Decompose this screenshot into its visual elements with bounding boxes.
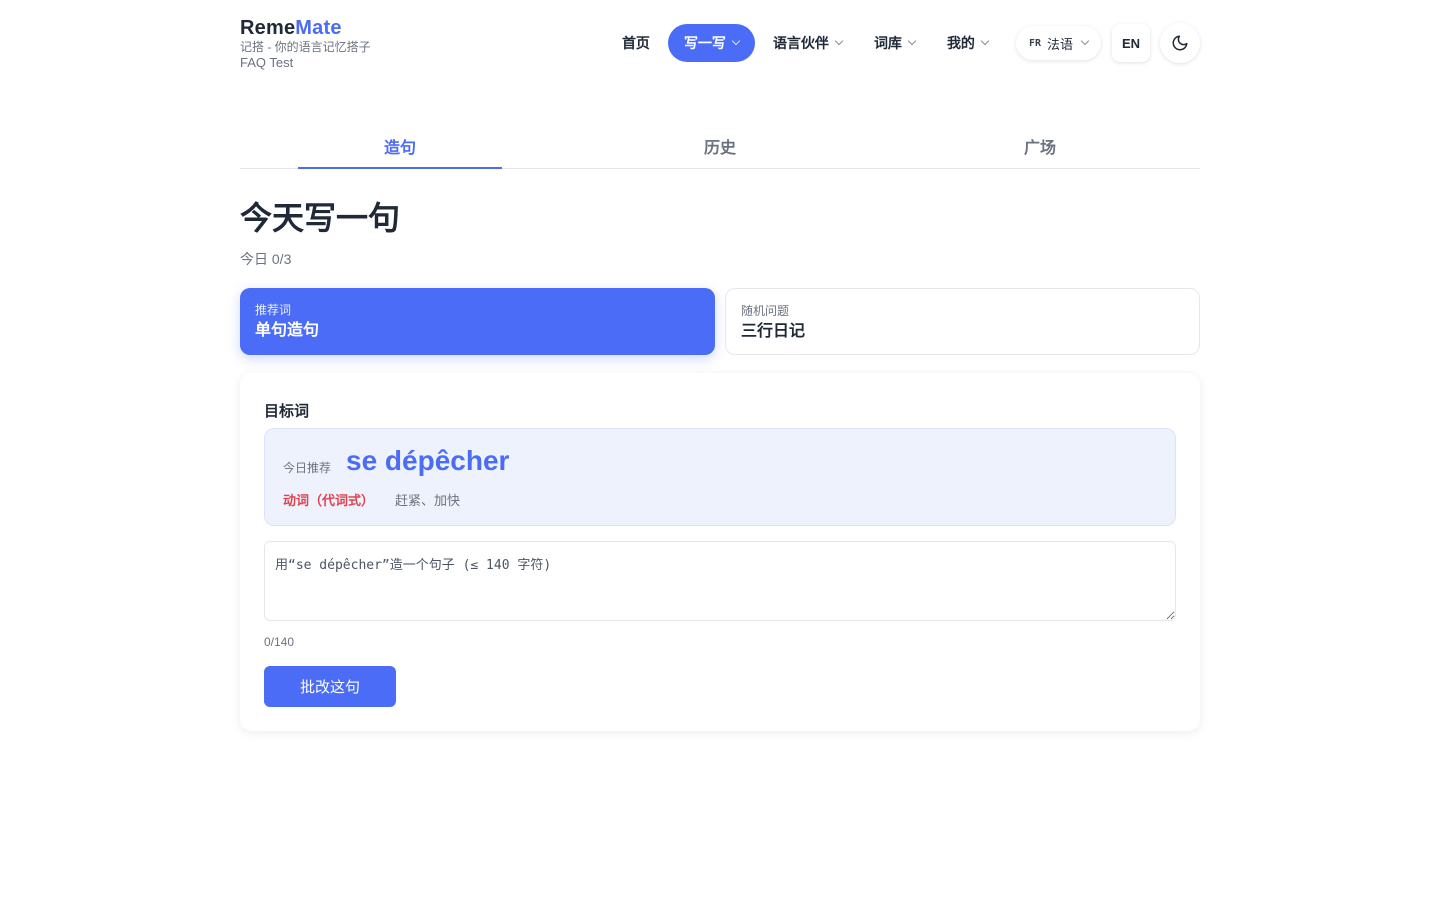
mode-card-kicker: 随机问题 [741, 304, 790, 318]
mode-card-kicker: 推荐词 [255, 303, 292, 317]
mode-card-single-sentence[interactable]: 推荐词 单句造句 [240, 288, 715, 355]
ui-language-button[interactable]: EN [1112, 24, 1150, 62]
writing-panel: 目标词 今日推荐 se dépêcher 动词（代词式） 赶紧、加快 0/140… [240, 373, 1200, 731]
nav-item-label: 写一写 [683, 35, 726, 51]
theme-toggle-button[interactable] [1160, 23, 1200, 63]
brand-env-label: FAQ Test [240, 55, 294, 70]
brand-name-part1: Reme [240, 17, 296, 39]
nav-item-label: 语言伙伴 [772, 35, 829, 51]
chevron-down-icon [834, 36, 844, 46]
brand[interactable]: RemeMate 记搭 - 你的语言记忆搭子 FAQ Test [240, 16, 371, 71]
nav-item-home[interactable]: 首页 [608, 24, 664, 62]
nav-item-language-partner[interactable]: 语言伙伴 [759, 24, 856, 62]
char-count: 0/140 [264, 635, 295, 649]
chevron-down-icon [907, 36, 917, 46]
submit-correction-button[interactable]: 批改这句 [264, 666, 396, 707]
top-header: RemeMate 记搭 - 你的语言记忆搭子 FAQ Test 首页 写一写 语… [240, 0, 1200, 86]
sentence-input[interactable] [264, 541, 1176, 621]
moon-icon [1172, 35, 1188, 51]
target-word-label: 目标词 [264, 403, 310, 420]
mode-card-title: 单句造句 [255, 322, 320, 339]
tab-square[interactable]: 广场 [880, 118, 1200, 168]
today-count: 今日 0/3 [240, 251, 292, 267]
mode-card-three-line-diary[interactable]: 随机问题 三行日记 [725, 288, 1200, 355]
target-word-card: 今日推荐 se dépêcher 动词（代词式） 赶紧、加快 [264, 428, 1176, 526]
brand-subtitle: 记搭 - 你的语言记忆搭子 [240, 40, 371, 54]
brand-title: RemeMate [240, 16, 371, 40]
nav-item-mine[interactable]: 我的 [933, 24, 1002, 62]
target-word-meaning: 赶紧、加快 [395, 493, 461, 508]
chevron-down-icon [980, 36, 990, 46]
sub-tabs: 造句 历史 广场 [240, 118, 1200, 169]
main-nav: 首页 写一写 语言伙伴 词库 我的 FR 法语 EN [604, 23, 1200, 63]
nav-item-label: 我的 [946, 35, 975, 51]
chevron-down-icon [731, 36, 741, 46]
nav-item-label: 词库 [873, 35, 902, 51]
target-word: se dépêcher [346, 445, 510, 476]
nav-item-vocabulary[interactable]: 词库 [860, 24, 929, 62]
tab-history[interactable]: 历史 [560, 118, 880, 168]
nav-item-write[interactable]: 写一写 [667, 24, 755, 62]
mode-card-title: 三行日记 [741, 323, 806, 340]
brand-name-part2: Mate [295, 17, 342, 39]
language-code: FR [1028, 37, 1041, 49]
chevron-down-icon [1080, 36, 1090, 46]
language-label: 法语 [1046, 36, 1073, 52]
language-select[interactable]: FR 法语 [1015, 26, 1101, 60]
nav-item-label: 首页 [621, 35, 650, 51]
tab-make-sentence[interactable]: 造句 [240, 118, 560, 169]
page-title: 今天写一句 [240, 200, 401, 236]
target-word-kicker: 今日推荐 [283, 461, 332, 475]
target-word-part-of-speech: 动词（代词式） [283, 493, 375, 508]
